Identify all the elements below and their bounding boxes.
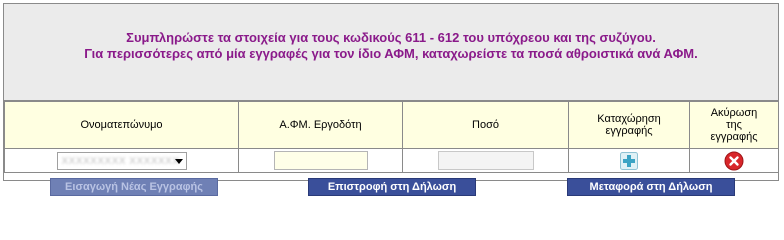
employer-afm-input[interactable]: [273, 151, 368, 170]
submit-entry-cell: [568, 148, 690, 173]
column-header-cancel-entry-label: Ακύρωση της εγγραφής: [710, 107, 758, 143]
name-select[interactable]: ΧΧΧΧΧΧΧΧΧ ΧΧΧΧΧΧΧ: [56, 151, 187, 170]
amount-input[interactable]: [437, 151, 534, 170]
transfer-to-declaration-button[interactable]: Μεταφορά στη Δήλωση: [567, 178, 735, 196]
name-cell: ΧΧΧΧΧΧΧΧΧ ΧΧΧΧΧΧΧ: [4, 148, 239, 173]
table-header-row: Ονοματεπώνυμο Α.ΦΜ. Εργοδότη Ποσό Καταχώ…: [4, 101, 779, 149]
cancel-icon[interactable]: [724, 151, 744, 171]
chevron-down-icon: [174, 158, 183, 164]
afm-cell: [238, 148, 403, 173]
instruction-line-2: Για περισσότερες από μία εγγραφές για το…: [84, 46, 698, 61]
column-header-amount: Ποσό: [402, 101, 569, 149]
instructions-header: Συμπληρώστε τα στοιχεία για τους κωδικού…: [4, 4, 778, 101]
plus-icon[interactable]: [620, 151, 638, 170]
form-panel: Συμπληρώστε τα στοιχεία για τους κωδικού…: [3, 3, 779, 181]
new-entry-button[interactable]: Εισαγωγή Νέας Εγγραφής: [50, 178, 218, 196]
column-header-submit-entry-label: Καταχώρηση εγγραφής: [597, 113, 661, 137]
cancel-entry-cell: [689, 148, 779, 173]
column-header-employer-afm: Α.ΦΜ. Εργοδότη: [238, 101, 403, 149]
instruction-line-1: Συμπληρώστε τα στοιχεία για τους κωδικού…: [126, 30, 656, 45]
table-row: ΧΧΧΧΧΧΧΧΧ ΧΧΧΧΧΧΧ: [4, 148, 779, 173]
entries-table: Ονοματεπώνυμο Α.ΦΜ. Εργοδότη Ποσό Καταχώ…: [4, 101, 779, 173]
column-header-cancel-entry: Ακύρωση της εγγραφής: [689, 101, 779, 149]
column-header-submit-entry: Καταχώρηση εγγραφής: [568, 101, 690, 149]
return-to-declaration-button[interactable]: Επιστροφή στη Δήλωση: [308, 178, 476, 196]
column-header-name: Ονοματεπώνυμο: [4, 101, 239, 149]
name-select-value: ΧΧΧΧΧΧΧΧΧ ΧΧΧΧΧΧΧ: [61, 155, 180, 167]
amount-cell: [402, 148, 569, 173]
